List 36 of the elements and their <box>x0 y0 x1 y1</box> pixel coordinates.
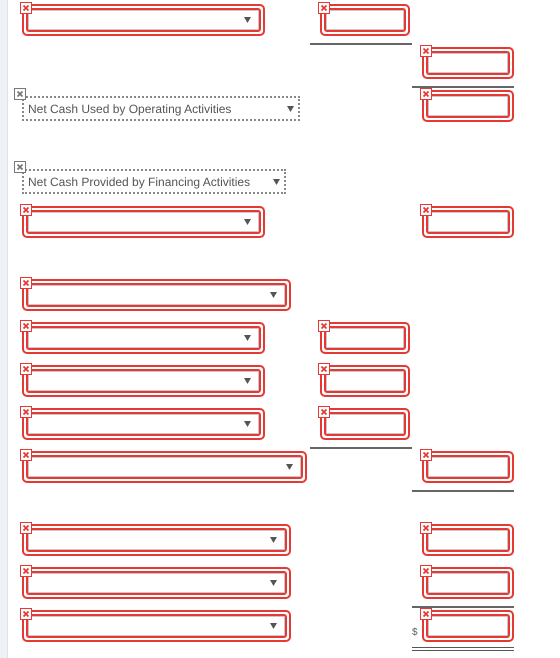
caret-icon <box>273 178 280 184</box>
dropdown[interactable] <box>22 451 307 483</box>
dropdown[interactable]: Net Cash Used by Operating Activities <box>22 96 300 121</box>
dropdown[interactable] <box>22 365 265 397</box>
input-field[interactable] <box>422 47 514 79</box>
input-field[interactable] <box>320 365 410 397</box>
input-field[interactable] <box>422 610 514 642</box>
input-field[interactable] <box>320 4 410 36</box>
caret-icon <box>270 580 277 586</box>
input-field[interactable] <box>422 451 514 483</box>
caret-icon <box>270 537 277 543</box>
input-field[interactable] <box>320 322 410 354</box>
dropdown[interactable] <box>22 567 291 599</box>
dropdown[interactable] <box>22 279 291 311</box>
currency-sign: $ <box>412 628 419 638</box>
dropdown[interactable] <box>22 4 265 36</box>
caret-icon <box>286 464 293 470</box>
dropdown[interactable] <box>22 524 291 556</box>
input-field[interactable] <box>422 567 514 599</box>
caret-icon <box>244 17 251 23</box>
dropdown[interactable] <box>22 322 265 354</box>
input-field[interactable] <box>320 408 410 440</box>
input-field[interactable] <box>422 524 514 556</box>
input-field[interactable] <box>422 206 514 238</box>
dropdown[interactable] <box>22 206 265 238</box>
caret-icon <box>244 219 251 225</box>
dropdown[interactable] <box>22 610 291 642</box>
dropdown[interactable] <box>22 408 265 440</box>
caret-icon <box>244 378 251 384</box>
caret-icon <box>287 106 294 112</box>
caret-icon <box>270 292 277 298</box>
caret-icon <box>244 335 251 341</box>
caret-icon <box>270 623 277 629</box>
caret-icon <box>244 421 251 427</box>
input-field[interactable] <box>422 90 514 122</box>
dropdown[interactable]: Net Cash Provided by Financing Activities <box>22 169 286 194</box>
